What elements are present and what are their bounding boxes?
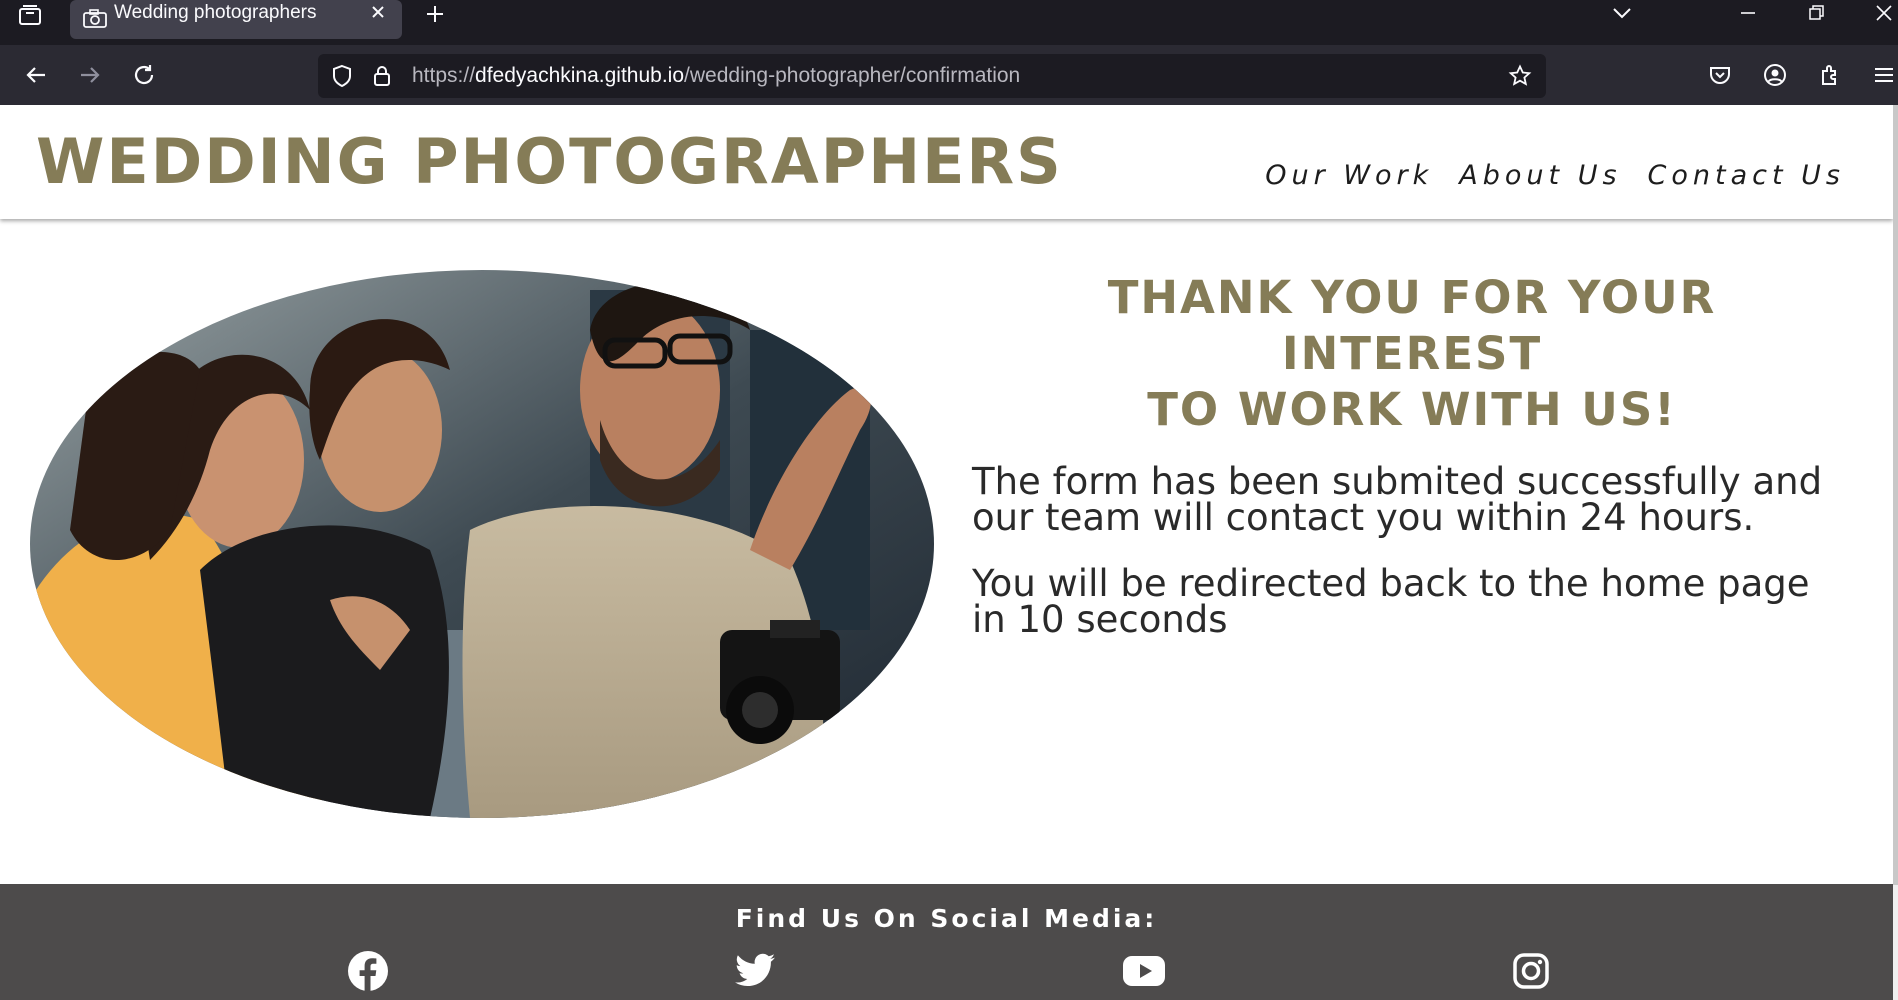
lock-icon[interactable] xyxy=(370,64,394,88)
facebook-icon[interactable] xyxy=(346,949,390,993)
nav-our-work[interactable]: Our Work xyxy=(1265,160,1433,191)
close-window-icon[interactable] xyxy=(1864,0,1898,26)
heading-line-1: THANK YOU FOR YOUR INTEREST xyxy=(1107,271,1717,380)
url-scheme: https:// xyxy=(412,64,476,87)
site-nav: Our Work About Us Contact Us xyxy=(1265,160,1845,191)
web-page: WEDDING PHOTOGRAPHERS Our Work About Us … xyxy=(0,105,1893,1000)
twitter-icon[interactable] xyxy=(733,949,777,993)
chevron-down-icon[interactable] xyxy=(1602,0,1642,26)
site-logo[interactable]: WEDDING PHOTOGRAPHERS xyxy=(36,125,1063,198)
nav-contact-us[interactable]: Contact Us xyxy=(1648,160,1845,191)
thank-you-heading: THANK YOU FOR YOUR INTEREST TO WORK WITH… xyxy=(972,270,1852,438)
url-host: dfedyachkina.github.io xyxy=(475,64,685,87)
back-arrow-icon[interactable] xyxy=(18,57,54,93)
confirmation-content: THANK YOU FOR YOUR INTEREST TO WORK WITH… xyxy=(972,270,1852,638)
site-header: WEDDING PHOTOGRAPHERS Our Work About Us … xyxy=(0,105,1893,219)
account-icon[interactable] xyxy=(1757,57,1793,93)
star-icon[interactable] xyxy=(1508,64,1532,88)
reload-icon[interactable] xyxy=(126,57,162,93)
address-bar[interactable]: https://dfedyachkina.github.io/wedding-p… xyxy=(318,54,1546,98)
browser-tab[interactable]: Wedding photographers xyxy=(70,0,402,39)
new-tab-icon[interactable] xyxy=(420,0,450,28)
tab-title: Wedding photographers xyxy=(114,2,317,23)
browser-toolbar: https://dfedyachkina.github.io/wedding-p… xyxy=(0,45,1898,105)
success-message: The form has been submited successfully … xyxy=(972,460,1823,539)
camera-icon xyxy=(82,7,108,29)
close-tab-icon[interactable] xyxy=(366,0,390,24)
minimize-icon[interactable] xyxy=(1728,0,1768,26)
extensions-icon[interactable] xyxy=(1812,57,1848,93)
browser-tab-bar: Wedding photographers xyxy=(0,0,1898,45)
forward-arrow-icon[interactable] xyxy=(72,57,108,93)
nav-about-us[interactable]: About Us xyxy=(1459,160,1621,191)
menu-icon[interactable] xyxy=(1866,57,1898,93)
team-photo xyxy=(30,270,934,818)
page-scrollbar[interactable] xyxy=(1893,105,1898,1000)
scrollbar-thumb[interactable] xyxy=(1893,105,1898,885)
restore-icon[interactable] xyxy=(1796,0,1836,26)
url-path: /wedding-photographer/confirmation xyxy=(684,64,1021,87)
social-heading: Find Us On Social Media: xyxy=(735,904,1158,933)
instagram-icon[interactable] xyxy=(1509,949,1553,993)
url-text[interactable]: https://dfedyachkina.github.io/wedding-p… xyxy=(412,64,1020,88)
pocket-icon[interactable] xyxy=(1702,57,1738,93)
tab-list-icon[interactable] xyxy=(16,2,44,28)
heading-line-2: TO WORK WITH US! xyxy=(1147,383,1677,436)
shield-icon[interactable] xyxy=(330,64,354,88)
redirect-message: You will be redirected back to the home … xyxy=(972,562,1810,641)
youtube-icon[interactable] xyxy=(1122,949,1166,993)
site-footer: Find Us On Social Media: xyxy=(0,884,1893,1000)
